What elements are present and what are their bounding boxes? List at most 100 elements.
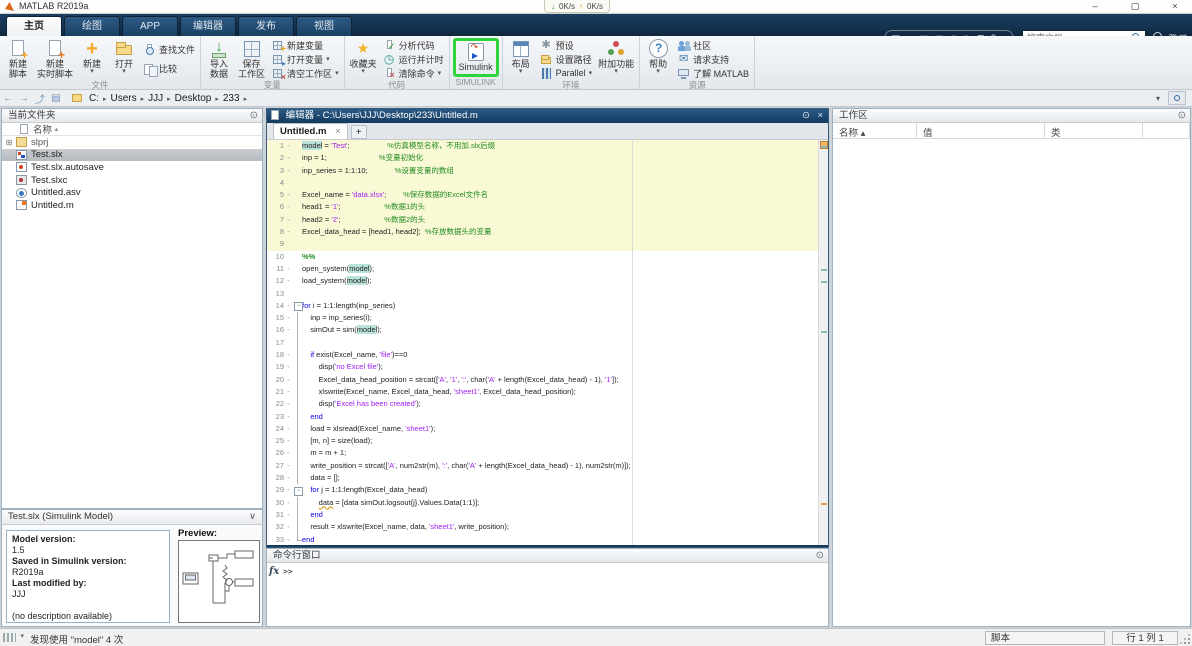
set-path-button[interactable]: 设置路径 [538, 52, 595, 66]
close-icon[interactable]: × [817, 109, 823, 122]
run-and-time-button[interactable]: 运行并计时 [381, 52, 446, 66]
help-button[interactable]: 帮助▾ [643, 38, 673, 80]
line-number[interactable]: 3 [267, 165, 284, 177]
line-number[interactable]: 22 [267, 398, 284, 410]
save-workspace-button[interactable]: 保存 工作区 [236, 38, 267, 80]
code-fold-icon[interactable] [293, 484, 303, 497]
forward-icon[interactable]: → [16, 93, 32, 104]
breadcrumb-item[interactable]: 233 [220, 93, 243, 104]
request-support-button[interactable]: 请求支持 [675, 52, 751, 66]
line-number[interactable]: 10 [267, 251, 284, 263]
ribbon-tab-APP[interactable]: APP [122, 16, 178, 36]
occurrence-mark[interactable] [821, 330, 827, 333]
close-button[interactable]: × [1160, 0, 1190, 13]
favorites-button[interactable]: 收藏夹▾ [348, 38, 379, 80]
minimize-button[interactable]: – [1080, 0, 1110, 13]
resize-grip[interactable] [1188, 642, 1190, 644]
expand-icon[interactable]: ⊞ [2, 138, 16, 147]
ribbon-tab-视图[interactable]: 视图 [296, 16, 352, 36]
line-number[interactable]: 15 [267, 312, 284, 324]
line-number[interactable]: 26 [267, 447, 284, 459]
line-number[interactable]: 1 [267, 140, 284, 152]
line-number[interactable]: 33 [267, 534, 284, 546]
breadcrumb-item[interactable]: JJJ [145, 93, 166, 104]
panel-menu-icon[interactable]: ⊙ [816, 549, 824, 562]
workspace-column-类[interactable]: 类 [1045, 123, 1143, 139]
line-number[interactable]: 30 [267, 497, 284, 509]
back-icon[interactable]: ← [0, 93, 16, 104]
workspace-column-值[interactable]: 值 [917, 123, 1045, 139]
tab-close-icon[interactable]: × [335, 126, 341, 137]
new-button[interactable]: 新建▾ [77, 38, 107, 80]
collapse-chevron-icon[interactable]: ∨ [249, 510, 256, 524]
line-number[interactable]: 5 [267, 189, 284, 201]
line-number[interactable]: 21 [267, 386, 284, 398]
line-number[interactable]: 27 [267, 460, 284, 472]
occurrence-mark[interactable] [821, 269, 827, 272]
file-row-slprj[interactable]: ⊞ slprj [2, 136, 262, 149]
file-row-Untitled.m[interactable]: Untitled.m [2, 199, 262, 212]
line-number[interactable]: 18 [267, 349, 284, 361]
panel-menu-icon[interactable]: ⊙ [802, 109, 810, 122]
clear-commands-button[interactable]: 清除命令▾ [381, 66, 446, 80]
community-button[interactable]: 社区 [675, 38, 751, 52]
preferences-button[interactable]: 预设 [538, 38, 595, 52]
clear-workspace-button[interactable]: 清空工作区▾ [269, 66, 341, 82]
line-number[interactable]: 17 [267, 337, 284, 349]
occurrence-mark[interactable] [821, 146, 827, 149]
new-tab-button[interactable]: + [350, 125, 367, 139]
code-fold-icon[interactable] [293, 533, 302, 546]
code-fold-icon[interactable] [293, 300, 303, 312]
add-ons-button[interactable]: 附加功能 ▾ [596, 38, 636, 80]
ribbon-tab-绘图[interactable]: 绘图 [64, 16, 120, 36]
line-number[interactable]: 16 [267, 324, 284, 336]
line-number[interactable]: 25 [267, 435, 284, 447]
line-number[interactable]: 2 [267, 152, 284, 164]
address-dropdown-icon[interactable]: ▾ [1156, 94, 1160, 103]
ribbon-tab-主页[interactable]: 主页 [6, 16, 62, 36]
file-list[interactable]: ⊞ slprj Test.slx Test.slx.autosave Test.slxc… [2, 136, 262, 212]
analyze-code-button[interactable]: 分析代码 [381, 38, 446, 52]
file-row-Test.slx[interactable]: Test.slx [2, 148, 262, 162]
new-live-script-button[interactable]: 新建实时脚本 [35, 38, 75, 80]
ribbon-tab-编辑器[interactable]: 编辑器 [180, 16, 236, 36]
name-column-header[interactable]: 名称 ▴ [2, 123, 262, 136]
folder-search-button[interactable] [1168, 91, 1186, 105]
line-number[interactable]: 32 [267, 521, 284, 533]
line-number[interactable]: 29 [267, 484, 284, 496]
ribbon-tab-发布[interactable]: 发布 [238, 16, 294, 36]
line-number[interactable]: 14 [267, 300, 284, 312]
up-folder-icon[interactable]: ⤴ [32, 91, 48, 106]
learn-matlab-button[interactable]: 了解 MATLAB [675, 66, 751, 80]
browse-folder-icon[interactable]: ▤ [48, 93, 64, 104]
warning-mark[interactable] [821, 502, 827, 505]
panel-menu-icon[interactable]: ⊙ [250, 109, 258, 122]
line-number[interactable]: 28 [267, 472, 284, 484]
workspace-column-headers[interactable]: 名称 ▴ 值类 [833, 123, 1190, 139]
compare-button[interactable]: 比较 [141, 61, 197, 77]
new-script-button[interactable]: 新建脚本 [3, 38, 33, 80]
line-number[interactable]: 31 [267, 509, 284, 521]
open-variable-button[interactable]: 打开变量▾ [269, 52, 341, 68]
import-data-button[interactable]: 导入数据 [204, 38, 234, 80]
file-row-Test.slx.autosave[interactable]: Test.slx.autosave [2, 161, 262, 174]
line-number[interactable]: 23 [267, 411, 284, 423]
line-number[interactable]: 13 [267, 288, 284, 300]
breadcrumb-item[interactable]: C: [86, 93, 102, 104]
line-number[interactable]: 19 [267, 361, 284, 373]
breadcrumb-item[interactable]: Users [108, 93, 140, 104]
find-files-button[interactable]: 查找文件 [141, 43, 197, 57]
occurrence-mark[interactable] [821, 281, 827, 284]
line-number[interactable]: 8 [267, 226, 284, 238]
file-row-Test.slxc[interactable]: Test.slxc [2, 174, 262, 187]
line-number[interactable]: 4 [267, 177, 284, 189]
fx-icon[interactable]: fx [269, 566, 279, 577]
line-number[interactable]: 7 [267, 214, 284, 226]
command-window-body[interactable]: fx >> [267, 563, 828, 626]
line-number[interactable]: 20 [267, 374, 284, 386]
simulink-button[interactable]: Simulink [457, 41, 495, 74]
line-number[interactable]: 9 [267, 238, 284, 250]
busy-indicator-icon[interactable] [3, 632, 24, 642]
editor-scrollbar[interactable] [818, 140, 828, 545]
new-variable-button[interactable]: 新建变量 [269, 38, 341, 55]
